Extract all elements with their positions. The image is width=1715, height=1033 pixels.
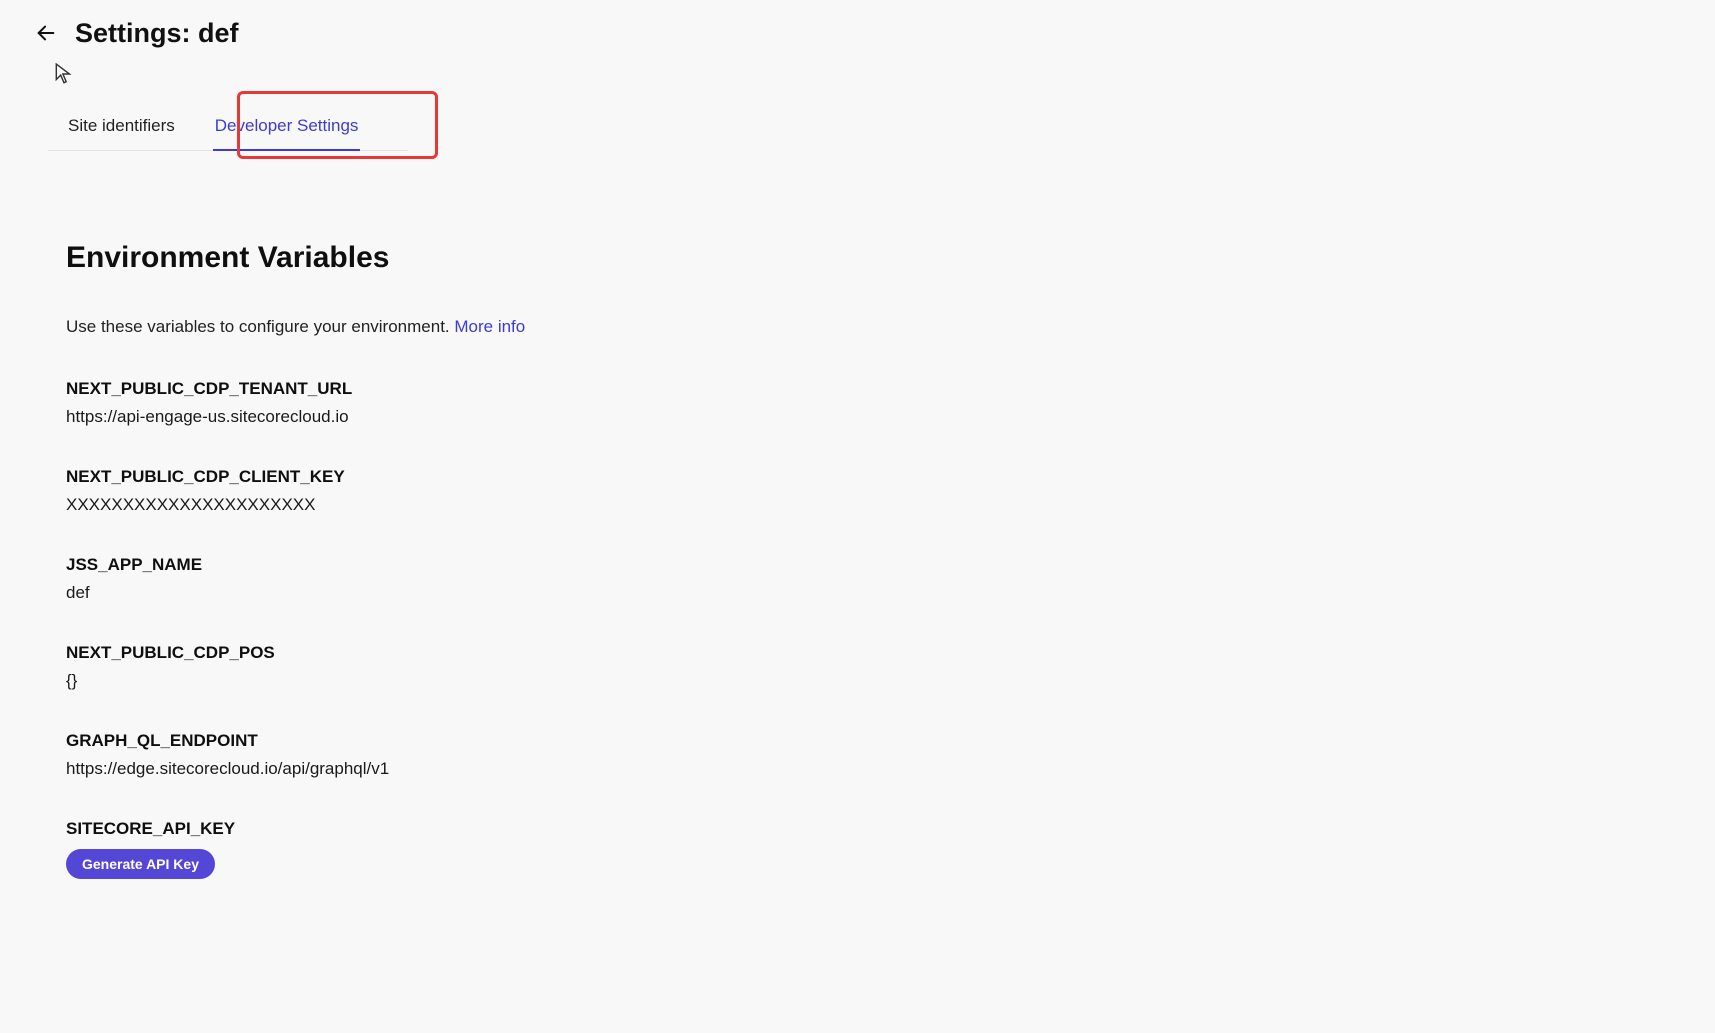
env-var-value: def xyxy=(66,583,900,603)
more-info-link[interactable]: More info xyxy=(454,317,525,336)
back-button[interactable] xyxy=(35,22,57,49)
env-var-item: SITECORE_API_KEY Generate API Key xyxy=(66,819,900,879)
arrow-left-icon xyxy=(35,31,57,48)
section-description: Use these variables to configure your en… xyxy=(66,317,900,337)
section-description-text: Use these variables to configure your en… xyxy=(66,317,454,336)
env-var-name: NEXT_PUBLIC_CDP_CLIENT_KEY xyxy=(66,467,900,487)
tab-site-identifiers[interactable]: Site identifiers xyxy=(48,104,195,150)
env-var-name: GRAPH_QL_ENDPOINT xyxy=(66,731,900,751)
generate-api-key-button[interactable]: Generate API Key xyxy=(66,849,215,879)
env-var-value: https://edge.sitecorecloud.io/api/graphq… xyxy=(66,759,900,779)
env-var-item: NEXT_PUBLIC_CDP_POS {} xyxy=(66,643,900,691)
tab-label: Site identifiers xyxy=(68,116,175,135)
env-var-item: GRAPH_QL_ENDPOINT https://edge.sitecorec… xyxy=(66,731,900,779)
env-var-value: XXXXXXXXXXXXXXXXXXXXXX xyxy=(66,495,900,515)
mouse-cursor-icon xyxy=(55,63,73,90)
env-var-item: NEXT_PUBLIC_CDP_TENANT_URL https://api-e… xyxy=(66,379,900,427)
env-var-name: JSS_APP_NAME xyxy=(66,555,900,575)
page-title: Settings: def xyxy=(75,18,239,49)
env-var-name: NEXT_PUBLIC_CDP_TENANT_URL xyxy=(66,379,900,399)
env-var-name: SITECORE_API_KEY xyxy=(66,819,900,839)
env-var-item: NEXT_PUBLIC_CDP_CLIENT_KEY XXXXXXXXXXXXX… xyxy=(66,467,900,515)
tabs: Site identifiers Developer Settings xyxy=(48,104,408,151)
tab-developer-settings[interactable]: Developer Settings xyxy=(195,104,379,150)
env-var-value: https://api-engage-us.sitecorecloud.io xyxy=(66,407,900,427)
section-heading: Environment Variables xyxy=(66,241,900,275)
env-var-value: {} xyxy=(66,671,900,691)
tab-label: Developer Settings xyxy=(215,116,359,135)
env-var-item: JSS_APP_NAME def xyxy=(66,555,900,603)
env-var-name: NEXT_PUBLIC_CDP_POS xyxy=(66,643,900,663)
